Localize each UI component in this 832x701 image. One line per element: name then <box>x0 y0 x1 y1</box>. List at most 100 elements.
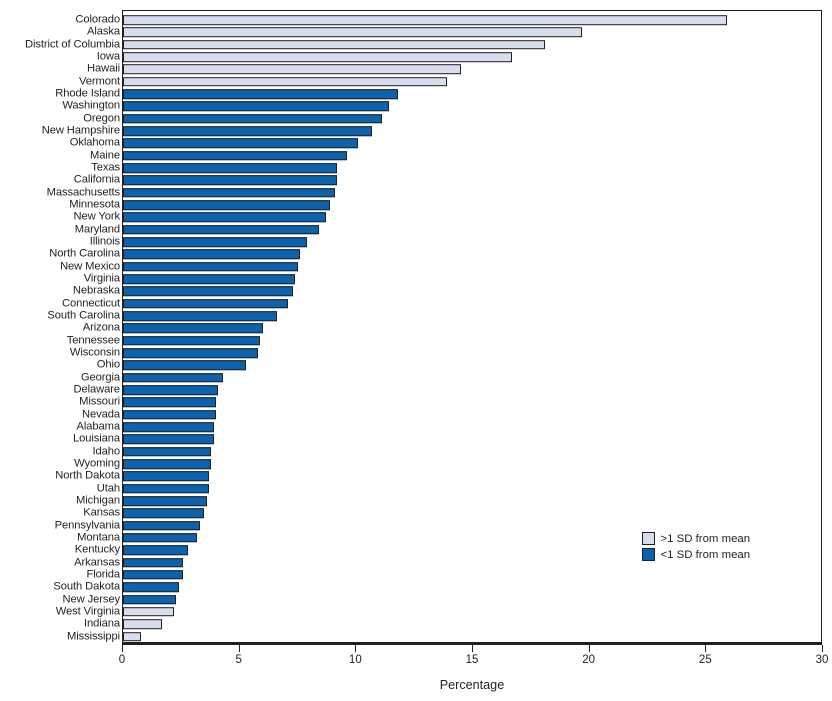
bar <box>123 631 142 642</box>
bar-row: Vermont <box>0 75 832 88</box>
legend: >1 SD from mean <1 SD from mean <box>642 531 792 563</box>
category-label: New Jersey <box>62 592 121 605</box>
bar-row: California <box>0 174 832 186</box>
bar <box>123 594 177 605</box>
bar-row: New Jersey <box>0 593 832 605</box>
bar-row: Hawaii <box>0 63 832 75</box>
bar <box>123 385 219 395</box>
category-label: Alaska <box>87 25 120 38</box>
bar <box>123 138 359 149</box>
bar <box>123 101 389 112</box>
x-axis-tick <box>472 645 473 652</box>
category-label: Delaware <box>73 383 121 396</box>
bar <box>123 311 277 321</box>
bar <box>123 237 307 247</box>
bar <box>123 545 188 556</box>
legend-swatch-high <box>642 532 655 545</box>
legend-swatch-low <box>642 548 655 561</box>
bar <box>123 496 207 506</box>
bar-row: Maryland <box>0 223 832 236</box>
bar <box>123 274 296 284</box>
category-label: Mississippi <box>67 629 120 642</box>
bar-row: Idaho <box>0 445 832 457</box>
bar-row: Wyoming <box>0 458 832 470</box>
category-label: Wisconsin <box>69 346 120 359</box>
category-label: Oregon <box>83 112 120 125</box>
category-label: Idaho <box>92 444 121 457</box>
bar <box>123 557 184 568</box>
bar-chart: Colorado Alaska District of Columbia Iowa Ha… <box>0 0 832 701</box>
category-label: South Carolina <box>47 309 120 322</box>
bar-row: Rhode Island <box>0 88 832 100</box>
bar <box>123 163 338 173</box>
bar-row: West Virginia <box>0 606 832 618</box>
category-label: Rhode Island <box>55 87 120 100</box>
bar-row: North Dakota <box>0 470 832 482</box>
category-label: Colorado <box>75 13 120 26</box>
category-label: Maine <box>90 149 120 162</box>
category-label: California <box>73 173 120 186</box>
category-label: Illinois <box>89 235 120 248</box>
category-label: Washington <box>62 99 120 112</box>
bar <box>123 150 347 161</box>
x-axis-tick <box>705 645 707 652</box>
bar <box>123 298 289 309</box>
bar-row: Maine <box>0 149 832 162</box>
bar <box>123 483 209 494</box>
bar-row: Georgia <box>0 371 832 383</box>
bar-row: Delaware <box>0 384 832 396</box>
x-axis-tick-label: 20 <box>582 654 596 666</box>
bar <box>123 212 326 223</box>
category-label: Maryland <box>74 223 120 236</box>
bar <box>123 582 179 592</box>
bar <box>123 360 247 371</box>
category-label: Vermont <box>79 75 120 88</box>
bar-row: Virginia <box>0 273 832 285</box>
bar-row: Alabama <box>0 421 832 433</box>
bar <box>123 607 174 617</box>
category-label: Nebraska <box>72 284 120 297</box>
legend-item: <1 SD from mean <box>642 547 792 562</box>
bar-row: Tennessee <box>0 334 832 347</box>
bar <box>123 446 212 457</box>
category-label: Montana <box>77 531 120 544</box>
x-axis-tick-label: 25 <box>698 654 712 666</box>
category-label: South Dakota <box>53 580 120 593</box>
bar <box>123 520 200 531</box>
bar-row: Minnesota <box>0 199 832 211</box>
x-axis-title: Percentage <box>439 678 505 692</box>
bar <box>123 52 513 62</box>
bar <box>123 15 727 25</box>
bar <box>123 459 212 469</box>
bar <box>123 409 216 420</box>
bar-row: New Hampshire <box>0 125 832 137</box>
category-label: Florida <box>86 568 121 581</box>
x-axis-tick <box>822 645 823 652</box>
bar-row: Nevada <box>0 408 832 420</box>
category-label: Massachusetts <box>46 186 120 199</box>
bar-row: Iowa <box>0 51 832 63</box>
bar <box>123 27 583 38</box>
legend-item: >1 SD from mean <box>642 531 792 546</box>
bar <box>123 187 335 198</box>
category-label: Arkansas <box>74 555 120 568</box>
category-label: Georgia <box>80 371 120 384</box>
category-label: Ohio <box>96 358 120 371</box>
bar <box>123 533 198 543</box>
bar <box>123 570 184 580</box>
bar-row: Alaska <box>0 26 832 38</box>
bar-row: District of Columbia <box>0 38 832 51</box>
bar-row: North Carolina <box>0 248 832 260</box>
bar-row: Texas <box>0 162 832 174</box>
bar-row: Colorado <box>0 14 832 26</box>
bar <box>123 40 545 50</box>
category-label: Iowa <box>96 50 120 63</box>
bar <box>123 175 338 186</box>
bar-row: Ohio <box>0 359 832 371</box>
category-label: Louisiana <box>73 432 120 445</box>
category-label: Kansas <box>83 506 120 519</box>
category-label: Oklahoma <box>69 136 120 149</box>
bar <box>123 372 223 383</box>
category-label: North Carolina <box>49 247 120 260</box>
bar-row: Arizona <box>0 322 832 334</box>
